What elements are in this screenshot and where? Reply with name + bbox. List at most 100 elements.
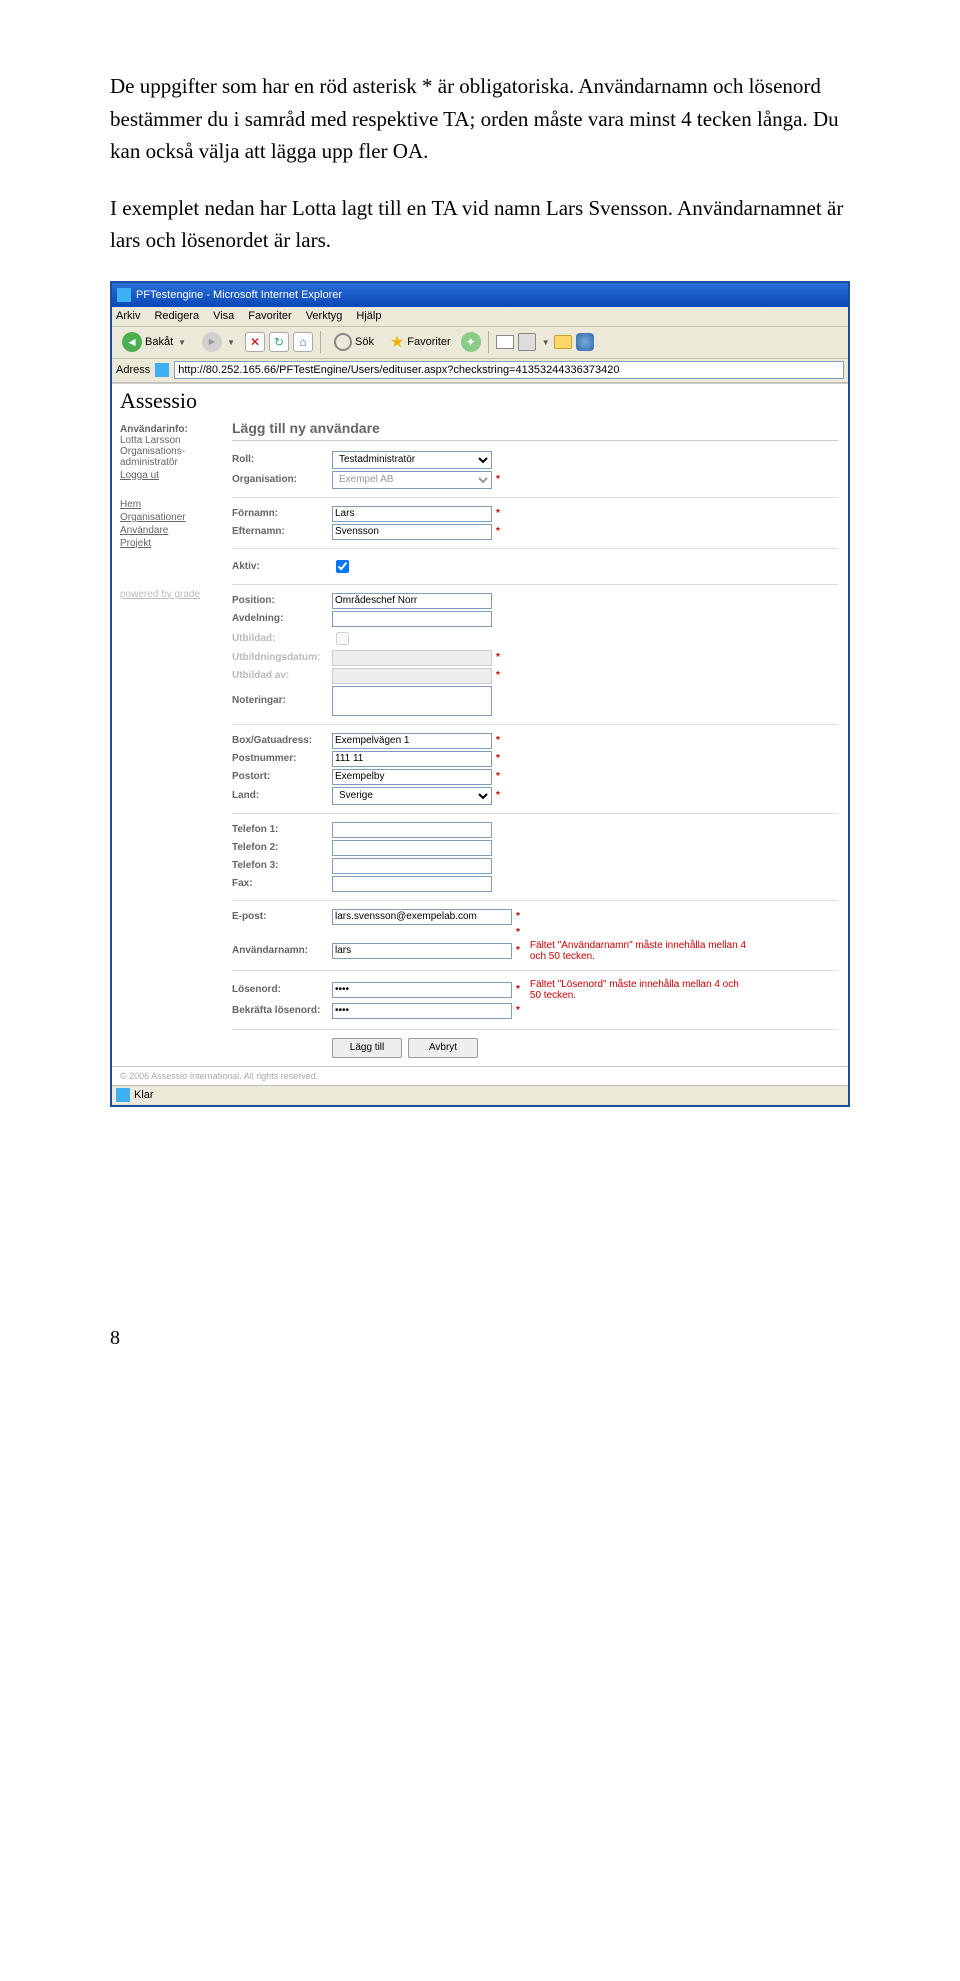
powered-by: powered by grade — [120, 589, 232, 600]
home-icon[interactable]: ⌂ — [293, 332, 313, 352]
required-marker: * — [496, 790, 500, 801]
checkbox-aktiv[interactable] — [336, 560, 349, 573]
select-org[interactable]: Exempel AB — [332, 471, 492, 489]
cancel-button[interactable]: Avbryt — [408, 1038, 478, 1058]
window-title: PFTestengine - Microsoft Internet Explor… — [136, 289, 342, 301]
label-tel2: Telefon 2: — [232, 842, 332, 853]
messenger-icon[interactable] — [576, 333, 594, 351]
required-marker: * — [496, 753, 500, 764]
back-label: Bakåt — [145, 336, 173, 348]
menu-arkiv[interactable]: Arkiv — [116, 310, 140, 322]
userinfo-name: Lotta Larsson — [120, 435, 232, 446]
ie-icon — [117, 288, 131, 302]
stop-icon[interactable]: ✕ — [245, 332, 265, 352]
page-icon — [155, 363, 169, 377]
label-user: Användarnamn: — [232, 945, 332, 956]
required-marker: * — [496, 670, 500, 681]
status-text: Klar — [134, 1089, 154, 1101]
address-input[interactable] — [174, 361, 844, 379]
input-tel2[interactable] — [332, 840, 492, 856]
print-icon[interactable] — [518, 333, 536, 351]
input-utbdatum — [332, 650, 492, 666]
back-button[interactable]: ◄ Bakåt ▼ — [116, 330, 192, 354]
search-label: Sök — [355, 336, 374, 348]
label-avdelning: Avdelning: — [232, 613, 332, 624]
menu-hjalp[interactable]: Hjälp — [356, 310, 381, 322]
input-tel3[interactable] — [332, 858, 492, 874]
menu-visa[interactable]: Visa — [213, 310, 234, 322]
forward-button[interactable]: ► ▼ — [196, 330, 241, 354]
divider — [232, 970, 838, 971]
divider — [232, 813, 838, 814]
input-position[interactable] — [332, 593, 492, 609]
input-user[interactable] — [332, 943, 512, 959]
folder-icon[interactable] — [554, 335, 572, 349]
ie-status-bar: Klar — [112, 1085, 848, 1105]
label-noteringar: Noteringar: — [232, 695, 332, 706]
separator — [488, 331, 489, 353]
add-button[interactable]: Lägg till — [332, 1038, 402, 1058]
input-efternamn[interactable] — [332, 524, 492, 540]
nav-anvandare[interactable]: Användare — [120, 525, 232, 536]
page-icon — [116, 1088, 130, 1102]
history-icon[interactable]: ✦ — [461, 332, 481, 352]
required-marker: * — [496, 771, 500, 782]
favorites-button[interactable]: ★ Favoriter — [384, 330, 457, 354]
note-pass: Fältet "Lösenord" måste innehålla mellan… — [530, 979, 750, 1001]
select-roll[interactable]: Testadministratör — [332, 451, 492, 469]
divider — [232, 584, 838, 585]
label-tel1: Telefon 1: — [232, 824, 332, 835]
input-box[interactable] — [332, 733, 492, 749]
label-land: Land: — [232, 790, 332, 801]
logout-link[interactable]: Logga ut — [120, 470, 232, 481]
divider — [232, 548, 838, 549]
input-postort[interactable] — [332, 769, 492, 785]
input-utbildadav — [332, 668, 492, 684]
search-button[interactable]: Sök — [328, 331, 380, 353]
doc-paragraph-2: I exemplet nedan har Lotta lagt till en … — [110, 192, 850, 257]
refresh-icon[interactable]: ↻ — [269, 332, 289, 352]
label-fax: Fax: — [232, 878, 332, 889]
input-epost[interactable] — [332, 909, 512, 925]
label-position: Position: — [232, 595, 332, 606]
select-land[interactable]: Sverige — [332, 787, 492, 805]
input-fornamn[interactable] — [332, 506, 492, 522]
required-marker: * — [516, 927, 520, 938]
textarea-noteringar[interactable] — [332, 686, 492, 716]
label-roll: Roll: — [232, 454, 332, 465]
menu-redigera[interactable]: Redigera — [154, 310, 199, 322]
input-avdelning[interactable] — [332, 611, 492, 627]
input-fax[interactable] — [332, 876, 492, 892]
input-pass[interactable] — [332, 982, 512, 998]
ie-title-bar: PFTestengine - Microsoft Internet Explor… — [112, 283, 848, 307]
input-pass2[interactable] — [332, 1003, 512, 1019]
address-label: Adress — [116, 364, 150, 376]
input-postnr[interactable] — [332, 751, 492, 767]
sidebar: Användarinfo: Lotta Larsson Organisation… — [112, 416, 232, 1066]
label-aktiv: Aktiv: — [232, 561, 332, 572]
button-row: Lägg till Avbryt — [232, 1029, 838, 1058]
required-marker: * — [496, 652, 500, 663]
nav-hem[interactable]: Hem — [120, 499, 232, 510]
mail-icon[interactable] — [496, 335, 514, 349]
required-marker: * — [516, 911, 520, 922]
favorites-label: Favoriter — [407, 336, 450, 348]
menu-verktyg[interactable]: Verktyg — [306, 310, 343, 322]
input-tel1[interactable] — [332, 822, 492, 838]
nav-organisationer[interactable]: Organisationer — [120, 512, 232, 523]
label-epost: E-post: — [232, 911, 332, 922]
required-marker: * — [516, 1005, 520, 1016]
userinfo-label: Användarinfo: — [120, 424, 232, 435]
app-frame: Assessio Användarinfo: Lotta Larsson Org… — [112, 383, 848, 1085]
required-marker: * — [496, 474, 500, 485]
page-number: 8 — [110, 1327, 850, 1350]
nav-projekt[interactable]: Projekt — [120, 538, 232, 549]
divider — [232, 724, 838, 725]
main-form: Lägg till ny användare Roll: Testadminis… — [232, 416, 848, 1066]
divider — [232, 900, 838, 901]
label-utbildadav: Utbildad av: — [232, 670, 332, 681]
menu-favoriter[interactable]: Favoriter — [248, 310, 291, 322]
ie-toolbar: ◄ Bakåt ▼ ► ▼ ✕ ↻ ⌂ Sök ★ Favoriter ✦ — [112, 327, 848, 359]
label-postort: Postort: — [232, 771, 332, 782]
checkbox-utbildad — [336, 632, 349, 645]
